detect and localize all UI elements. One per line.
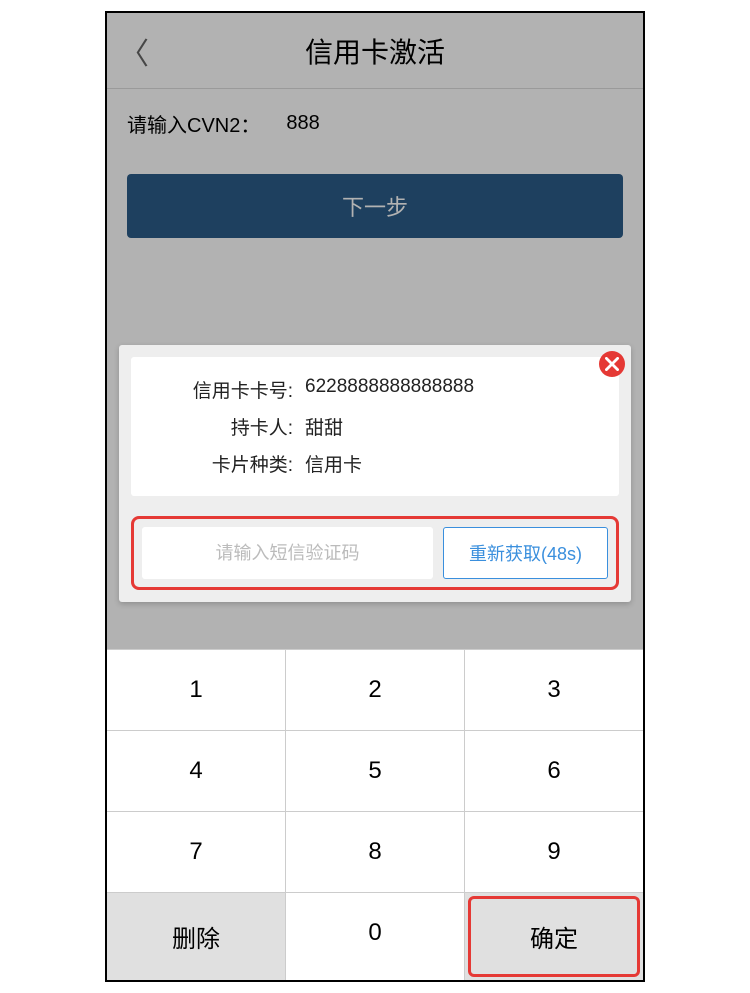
key-5[interactable]: 5 <box>286 731 465 811</box>
key-delete[interactable]: 删除 <box>107 893 286 980</box>
key-2[interactable]: 2 <box>286 650 465 730</box>
sms-modal: 信用卡卡号: 6228888888888888 持卡人: 甜甜 卡片种类: 信用… <box>119 345 631 602</box>
card-number-value: 6228888888888888 <box>301 376 474 403</box>
card-number-label: 信用卡卡号: <box>151 376 301 403</box>
close-button[interactable] <box>599 351 625 377</box>
key-4[interactable]: 4 <box>107 731 286 811</box>
key-7[interactable]: 7 <box>107 812 286 892</box>
close-icon <box>605 357 619 371</box>
app-frame: 〈 信用卡激活 请输入CVN2： 888 下一步 信用卡卡号: 62288888… <box>105 11 645 982</box>
holder-label: 持卡人: <box>151 413 301 440</box>
card-type-value: 信用卡 <box>301 450 362 477</box>
key-3[interactable]: 3 <box>465 650 643 730</box>
sms-code-input[interactable]: 请输入短信验证码 <box>142 527 433 579</box>
key-8[interactable]: 8 <box>286 812 465 892</box>
card-type-row: 卡片种类: 信用卡 <box>131 445 619 482</box>
card-type-label: 卡片种类: <box>151 450 301 477</box>
key-confirm[interactable]: 确定 <box>465 893 643 980</box>
card-info-panel: 信用卡卡号: 6228888888888888 持卡人: 甜甜 卡片种类: 信用… <box>131 357 619 496</box>
resend-button[interactable]: 重新获取(48s) <box>443 527 608 579</box>
card-number-row: 信用卡卡号: 6228888888888888 <box>131 371 619 408</box>
numeric-keypad: 1 2 3 4 5 6 7 8 9 删除 0 确定 <box>107 649 643 980</box>
keypad-row-3: 7 8 9 <box>107 811 643 892</box>
holder-value: 甜甜 <box>301 413 343 440</box>
key-9[interactable]: 9 <box>465 812 643 892</box>
keypad-row-2: 4 5 6 <box>107 730 643 811</box>
key-1[interactable]: 1 <box>107 650 286 730</box>
key-0[interactable]: 0 <box>286 893 465 980</box>
key-6[interactable]: 6 <box>465 731 643 811</box>
sms-input-row: 请输入短信验证码 重新获取(48s) <box>131 516 619 590</box>
keypad-row-4: 删除 0 确定 <box>107 892 643 980</box>
keypad-row-1: 1 2 3 <box>107 649 643 730</box>
holder-row: 持卡人: 甜甜 <box>131 408 619 445</box>
